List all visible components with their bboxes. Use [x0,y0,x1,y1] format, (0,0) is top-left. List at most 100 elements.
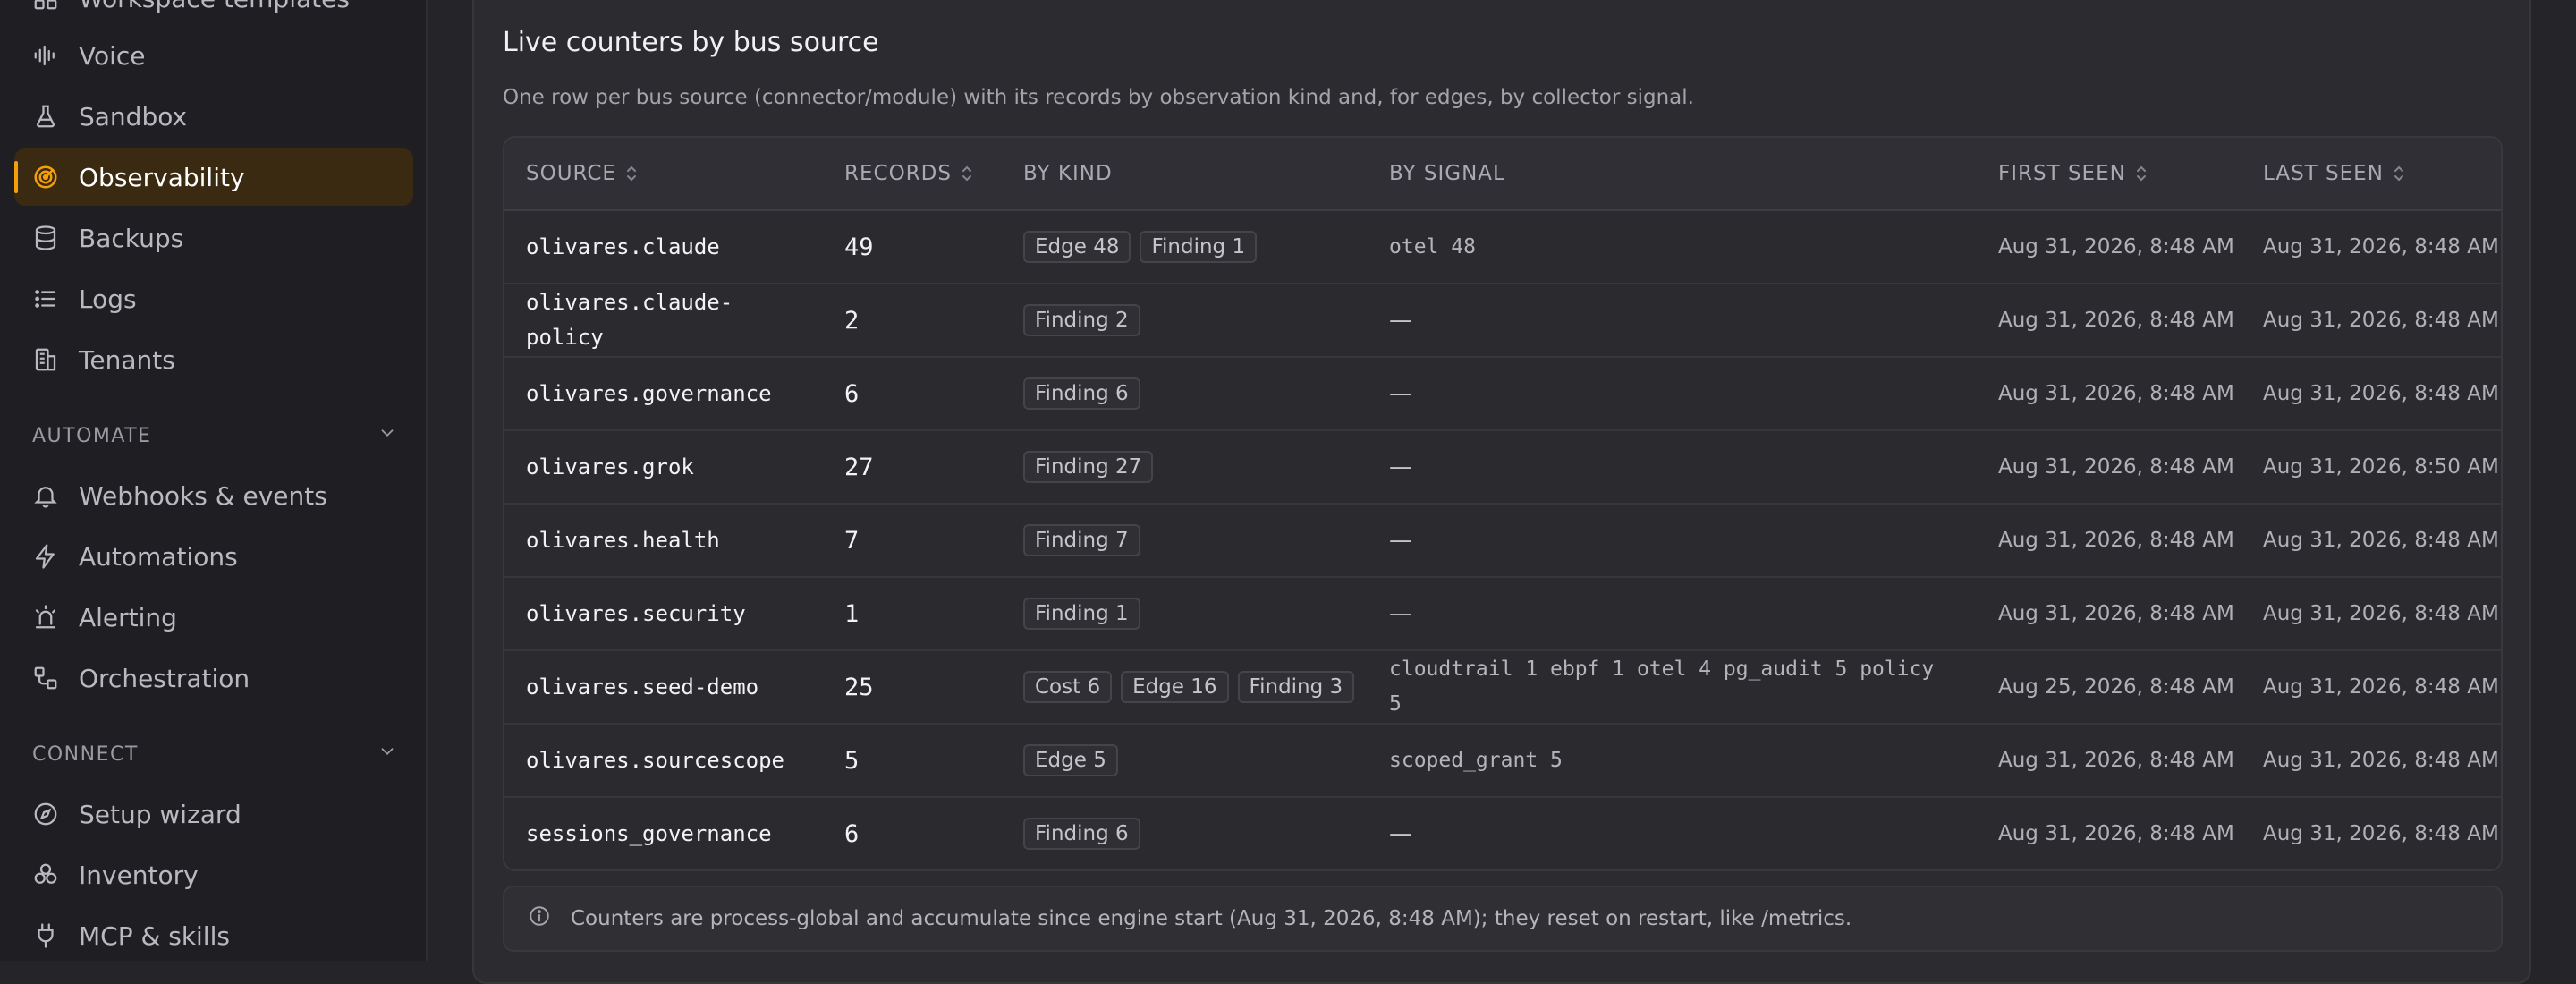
first-seen-value-cell: Aug 31, 2026, 8:48 AM [1998,578,2249,649]
siren-icon [32,604,59,631]
first-seen-value: Aug 31, 2026, 8:48 AM [1998,234,2234,259]
record-count: 27 [844,453,874,481]
kind-chips-cell: Finding 2 [1023,284,1363,356]
last-seen-value: Aug 31, 2026, 8:50 AM [2263,454,2499,479]
table-row[interactable]: olivares.health 7 Finding 7 — Aug 31, 2026, … [504,505,2501,578]
last-seen-value: Aug 31, 2026, 8:48 AM [2263,308,2499,332]
plug-icon [32,922,59,949]
kind-chip: Finding 2 [1023,304,1140,336]
last-seen-value-cell: Aug 31, 2026, 8:48 AM [2263,505,2501,576]
source-name-cell: olivares.claude-policy [526,284,794,356]
record-count-cell: 5 [844,725,859,796]
first-seen-value: Aug 31, 2026, 8:48 AM [1998,821,2234,845]
source-name-cell: olivares.grok [526,431,794,503]
sort-icon[interactable] [961,165,973,182]
kind-chip: Finding 7 [1023,524,1140,556]
source-name-cell: olivares.seed-demo [526,651,794,723]
first-seen-value-cell: Aug 31, 2026, 8:48 AM [1998,211,2249,283]
table-row[interactable]: olivares.grok 27 Finding 27 — Aug 31, 2026, … [504,431,2501,505]
column-header-by-signal: BY SIGNAL [1389,138,1505,209]
source-name-cell: olivares.sourcescope [526,725,794,796]
section-title: AUTOMATE [32,424,152,447]
kind-chip-list: Cost 6 Edge 16 Finding 3 [1023,671,1363,703]
table-row[interactable]: sessions_governance 6 Finding 6 — Aug 31, 20… [504,798,2501,869]
kind-chips-cell: Edge 5 [1023,725,1363,796]
sidebar-item-backups[interactable]: Backups [14,209,413,267]
record-count-cell: 2 [844,284,859,356]
sidebar-item-inventory[interactable]: Inventory [14,846,413,903]
sidebar-item-observability[interactable]: Observability [14,148,413,206]
record-count: 6 [844,819,860,848]
sidebar-item-label: Inventory [79,860,199,890]
signal-counts-cell: scoped_grant 5 [1389,725,1944,796]
sidebar-item-tenants[interactable]: Tenants [14,331,413,388]
source-name-cell: sessions_governance [526,798,794,869]
first-seen-value: Aug 31, 2026, 8:48 AM [1998,748,2234,772]
database-icon [32,225,59,251]
first-seen-value-cell: Aug 31, 2026, 8:48 AM [1998,284,2249,356]
signal-counts: scoped_grant 5 [1389,748,1563,772]
column-label: FIRST SEEN [1998,162,2126,185]
sidebar-item-mcp-skills[interactable]: MCP & skills [14,907,413,961]
column-header-first-seen[interactable]: FIRST SEEN [1998,138,2148,209]
column-header-records[interactable]: RECORDS [844,138,973,209]
kind-chip: Finding 3 [1237,671,1355,703]
last-seen-value: Aug 31, 2026, 8:48 AM [2263,821,2499,845]
last-seen-value-cell: Aug 31, 2026, 8:48 AM [2263,358,2501,429]
source-name: olivares.claude [526,233,720,259]
column-label: LAST SEEN [2263,162,2384,185]
record-count-cell: 7 [844,505,859,576]
sidebar-item-label: MCP & skills [79,920,230,951]
sort-icon[interactable] [2135,165,2148,182]
workflow-icon [32,665,59,691]
sidebar-item-webhooks[interactable]: Webhooks & events [14,467,413,524]
sidebar-item-orchestration[interactable]: Orchestration [14,649,413,707]
kind-chip: Finding 27 [1023,451,1154,483]
first-seen-value: Aug 31, 2026, 8:48 AM [1998,381,2234,405]
sidebar-item-logs[interactable]: Logs [14,270,413,327]
sidebar-item-sandbox[interactable]: Sandbox [14,88,413,145]
table-row[interactable]: olivares.sourcescope 5 Edge 5 scoped_grant … [504,725,2501,798]
last-seen-value: Aug 31, 2026, 8:48 AM [2263,748,2499,772]
record-count: 25 [844,673,874,701]
column-header-source[interactable]: SOURCE [526,138,638,209]
last-seen-value-cell: Aug 31, 2026, 8:50 AM [2263,431,2501,503]
sidebar-item-alerting[interactable]: Alerting [14,589,413,646]
sidebar-item-label: Backups [79,223,184,253]
sidebar-item-label: Orchestration [79,663,250,693]
sidebar-item-workspace-templates[interactable]: Workspace templates [14,0,413,27]
table-row[interactable]: olivares.governance 6 Finding 6 — Aug 31, 20… [504,358,2501,431]
column-label: BY SIGNAL [1389,162,1505,185]
kind-chip-list: Finding 6 [1023,377,1363,410]
kind-chips-cell: Edge 48 Finding 1 [1023,211,1363,283]
sidebar-item-automations[interactable]: Automations [14,528,413,585]
sidebar-item-setup-wizard[interactable]: Setup wizard [14,785,413,843]
first-seen-value-cell: Aug 31, 2026, 8:48 AM [1998,798,2249,869]
footnote: Counters are process-global and accumula… [503,886,2503,952]
section-header-automate[interactable]: AUTOMATE [32,418,397,454]
kind-chip: Cost 6 [1023,671,1113,703]
last-seen-value-cell: Aug 31, 2026, 8:48 AM [2263,284,2501,356]
table-row[interactable]: olivares.security 1 Finding 1 — Aug 31, 2026… [504,578,2501,651]
table-row[interactable]: olivares.claude-policy 2 Finding 2 — Aug 31,… [504,284,2501,358]
last-seen-value: Aug 31, 2026, 8:48 AM [2263,234,2499,259]
source-name: sessions_governance [526,820,772,846]
chevron-down-icon[interactable] [377,742,397,767]
column-header-last-seen[interactable]: LAST SEEN [2263,138,2405,209]
radar-icon [32,164,59,191]
sidebar-item-voice[interactable]: Voice [14,27,413,84]
sidebar-item-label: Alerting [79,602,177,632]
compass-icon [32,801,59,827]
kind-chips-cell: Finding 7 [1023,505,1363,576]
sort-icon[interactable] [625,165,638,182]
chevron-down-icon[interactable] [377,423,397,448]
list-icon [32,285,59,312]
kind-chip-list: Edge 5 [1023,744,1363,776]
section-header-connect[interactable]: CONNECT [32,736,397,772]
kind-chips-cell: Cost 6 Edge 16 Finding 3 [1023,651,1363,723]
kind-chip-list: Finding 27 [1023,451,1363,483]
sort-icon[interactable] [2393,165,2405,182]
lightning-icon [32,543,59,570]
table-row[interactable]: olivares.claude 49 Edge 48 Finding 1 otel 48… [504,211,2501,284]
table-row[interactable]: olivares.seed-demo 25 Cost 6 Edge 16 Finding… [504,651,2501,725]
